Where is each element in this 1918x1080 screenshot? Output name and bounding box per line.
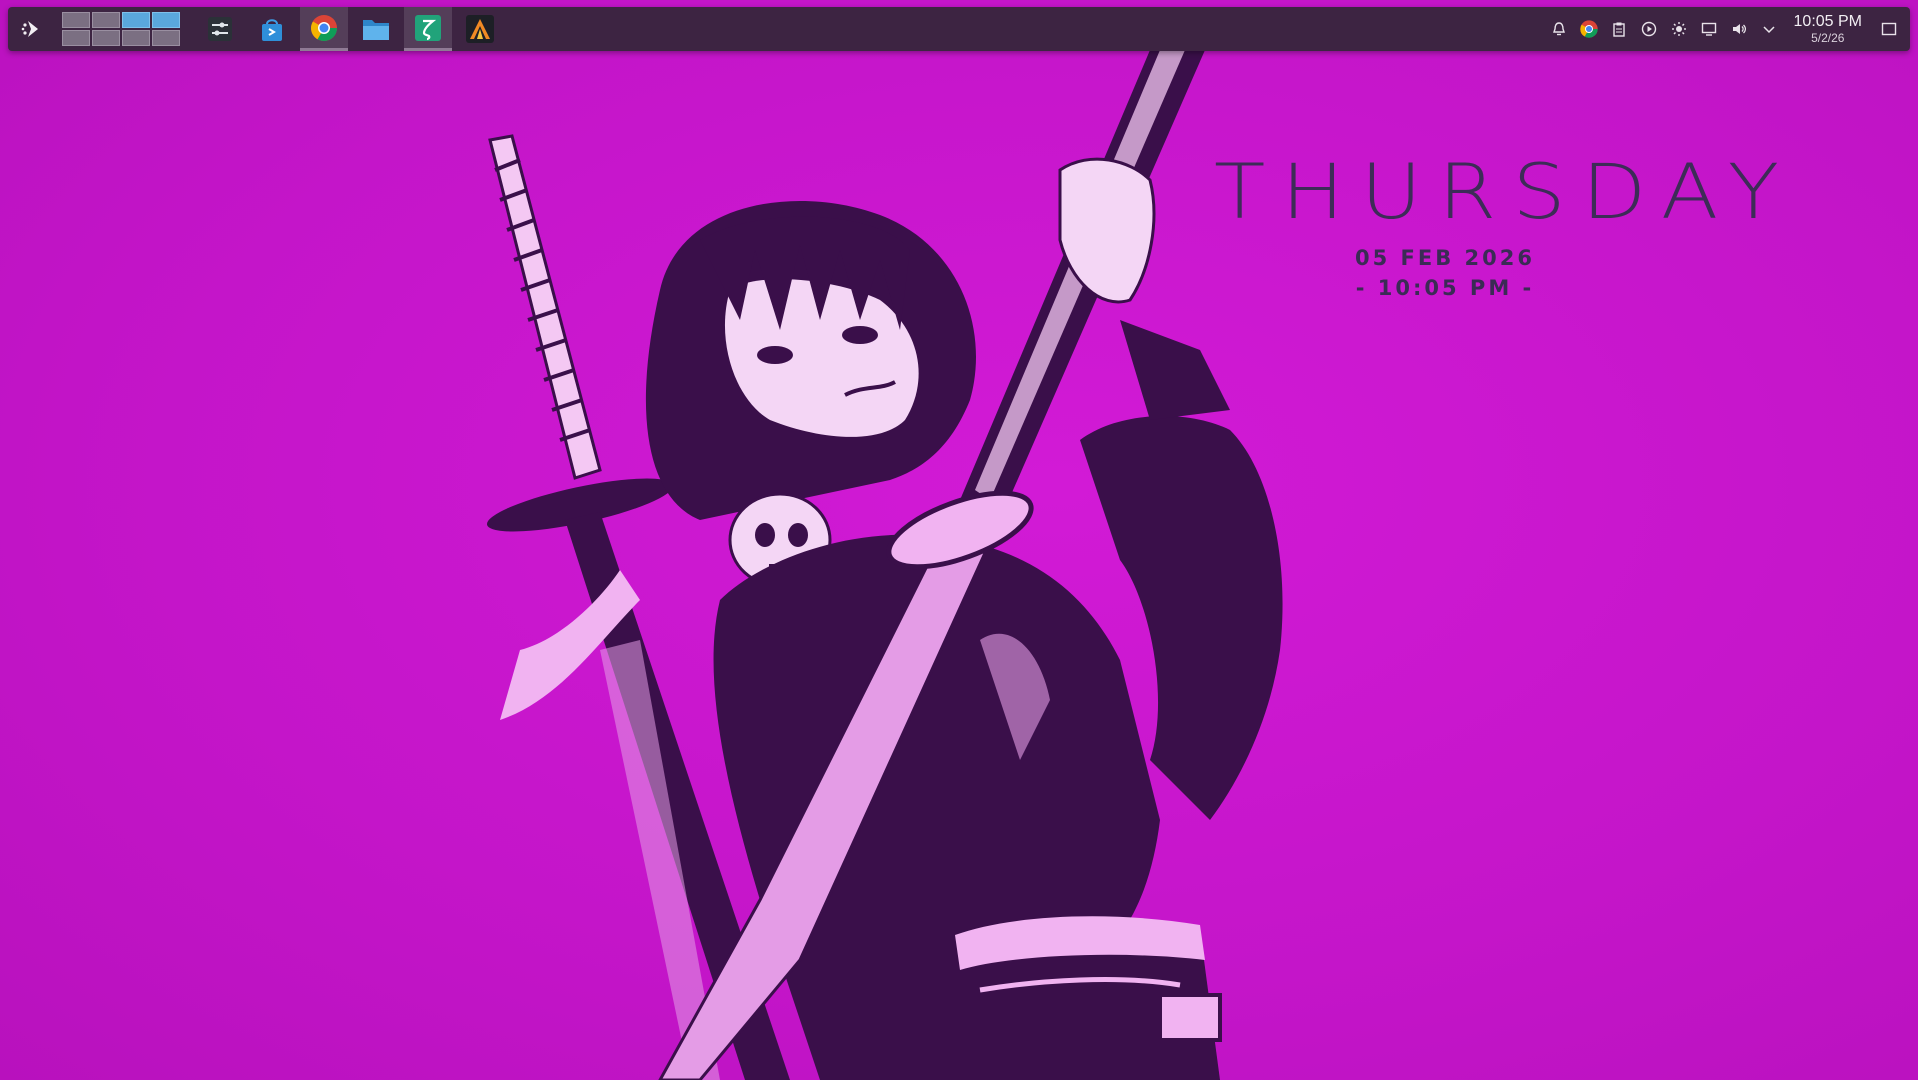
brightness-button[interactable] — [1664, 7, 1694, 51]
clock-time: 10:05 PM — [1793, 13, 1862, 30]
media-player-button[interactable] — [1634, 7, 1664, 51]
show-desktop-icon — [1881, 22, 1897, 36]
desktop-7[interactable] — [122, 30, 150, 46]
desktop-4[interactable] — [152, 12, 180, 28]
desktop-2[interactable] — [92, 12, 120, 28]
media-play-icon — [1641, 21, 1656, 37]
display-button[interactable] — [1694, 7, 1724, 51]
panel-clock[interactable]: 10:05 PM 5/2/26 — [1794, 13, 1862, 45]
notifications-icon — [1552, 22, 1565, 36]
task-discover-store[interactable] — [248, 7, 296, 51]
desktop-3[interactable] — [122, 12, 150, 28]
widget-time: - 10:05 PM - — [1355, 276, 1535, 300]
task-alacritty[interactable] — [456, 7, 504, 51]
task-zed-editor[interactable] — [404, 7, 452, 51]
kde-launcher-icon — [21, 21, 38, 37]
clock-date: 5/2/26 — [1811, 31, 1845, 45]
terminal-a-icon — [466, 15, 494, 43]
task-file-manager[interactable] — [352, 7, 400, 51]
expand-tray-button[interactable] — [1754, 7, 1784, 51]
desktop-clock-widget: THURSDAY 05 FEB 2026 - 10:05 PM - — [1200, 147, 1796, 300]
display-icon — [1701, 22, 1716, 36]
brightness-icon — [1671, 22, 1686, 36]
volume-icon — [1732, 24, 1746, 34]
clipboard-button[interactable] — [1604, 7, 1634, 51]
system-tray: 10:05 PM 5/2/26 — [1544, 7, 1910, 51]
app-launcher-button[interactable] — [12, 7, 52, 51]
clipboard-icon — [1612, 22, 1625, 37]
volume-button[interactable] — [1724, 7, 1754, 51]
show-desktop-button[interactable] — [1874, 7, 1904, 51]
settings-sliders-icon — [208, 17, 232, 41]
virtual-desktop-pager[interactable] — [62, 12, 180, 46]
desktop-1[interactable] — [62, 12, 90, 28]
desktop[interactable]: 10:05 PM 5/2/26 THURSDAY 05 FEB 2026 - 1… — [0, 0, 1918, 1080]
folder-icon — [363, 20, 389, 40]
widget-date: 05 FEB 2026 — [1355, 246, 1535, 270]
zeta-app-icon — [415, 14, 441, 41]
chrome-tray-button[interactable] — [1574, 7, 1604, 51]
chrome-icon — [310, 14, 338, 41]
notifications-button[interactable] — [1544, 7, 1574, 51]
top-panel: 10:05 PM 5/2/26 — [8, 7, 1910, 51]
task-system-settings[interactable] — [196, 7, 244, 51]
desktop-6[interactable] — [92, 30, 120, 46]
store-bag-icon — [262, 19, 282, 41]
expand-tray-icon — [1762, 26, 1775, 34]
widget-day: THURSDAY — [1214, 147, 1796, 237]
desktop-8[interactable] — [152, 30, 180, 46]
chrome-tray-icon — [1579, 20, 1598, 38]
desktop-5[interactable] — [62, 30, 90, 46]
task-chrome[interactable] — [300, 7, 348, 51]
figure-head — [645, 200, 976, 520]
